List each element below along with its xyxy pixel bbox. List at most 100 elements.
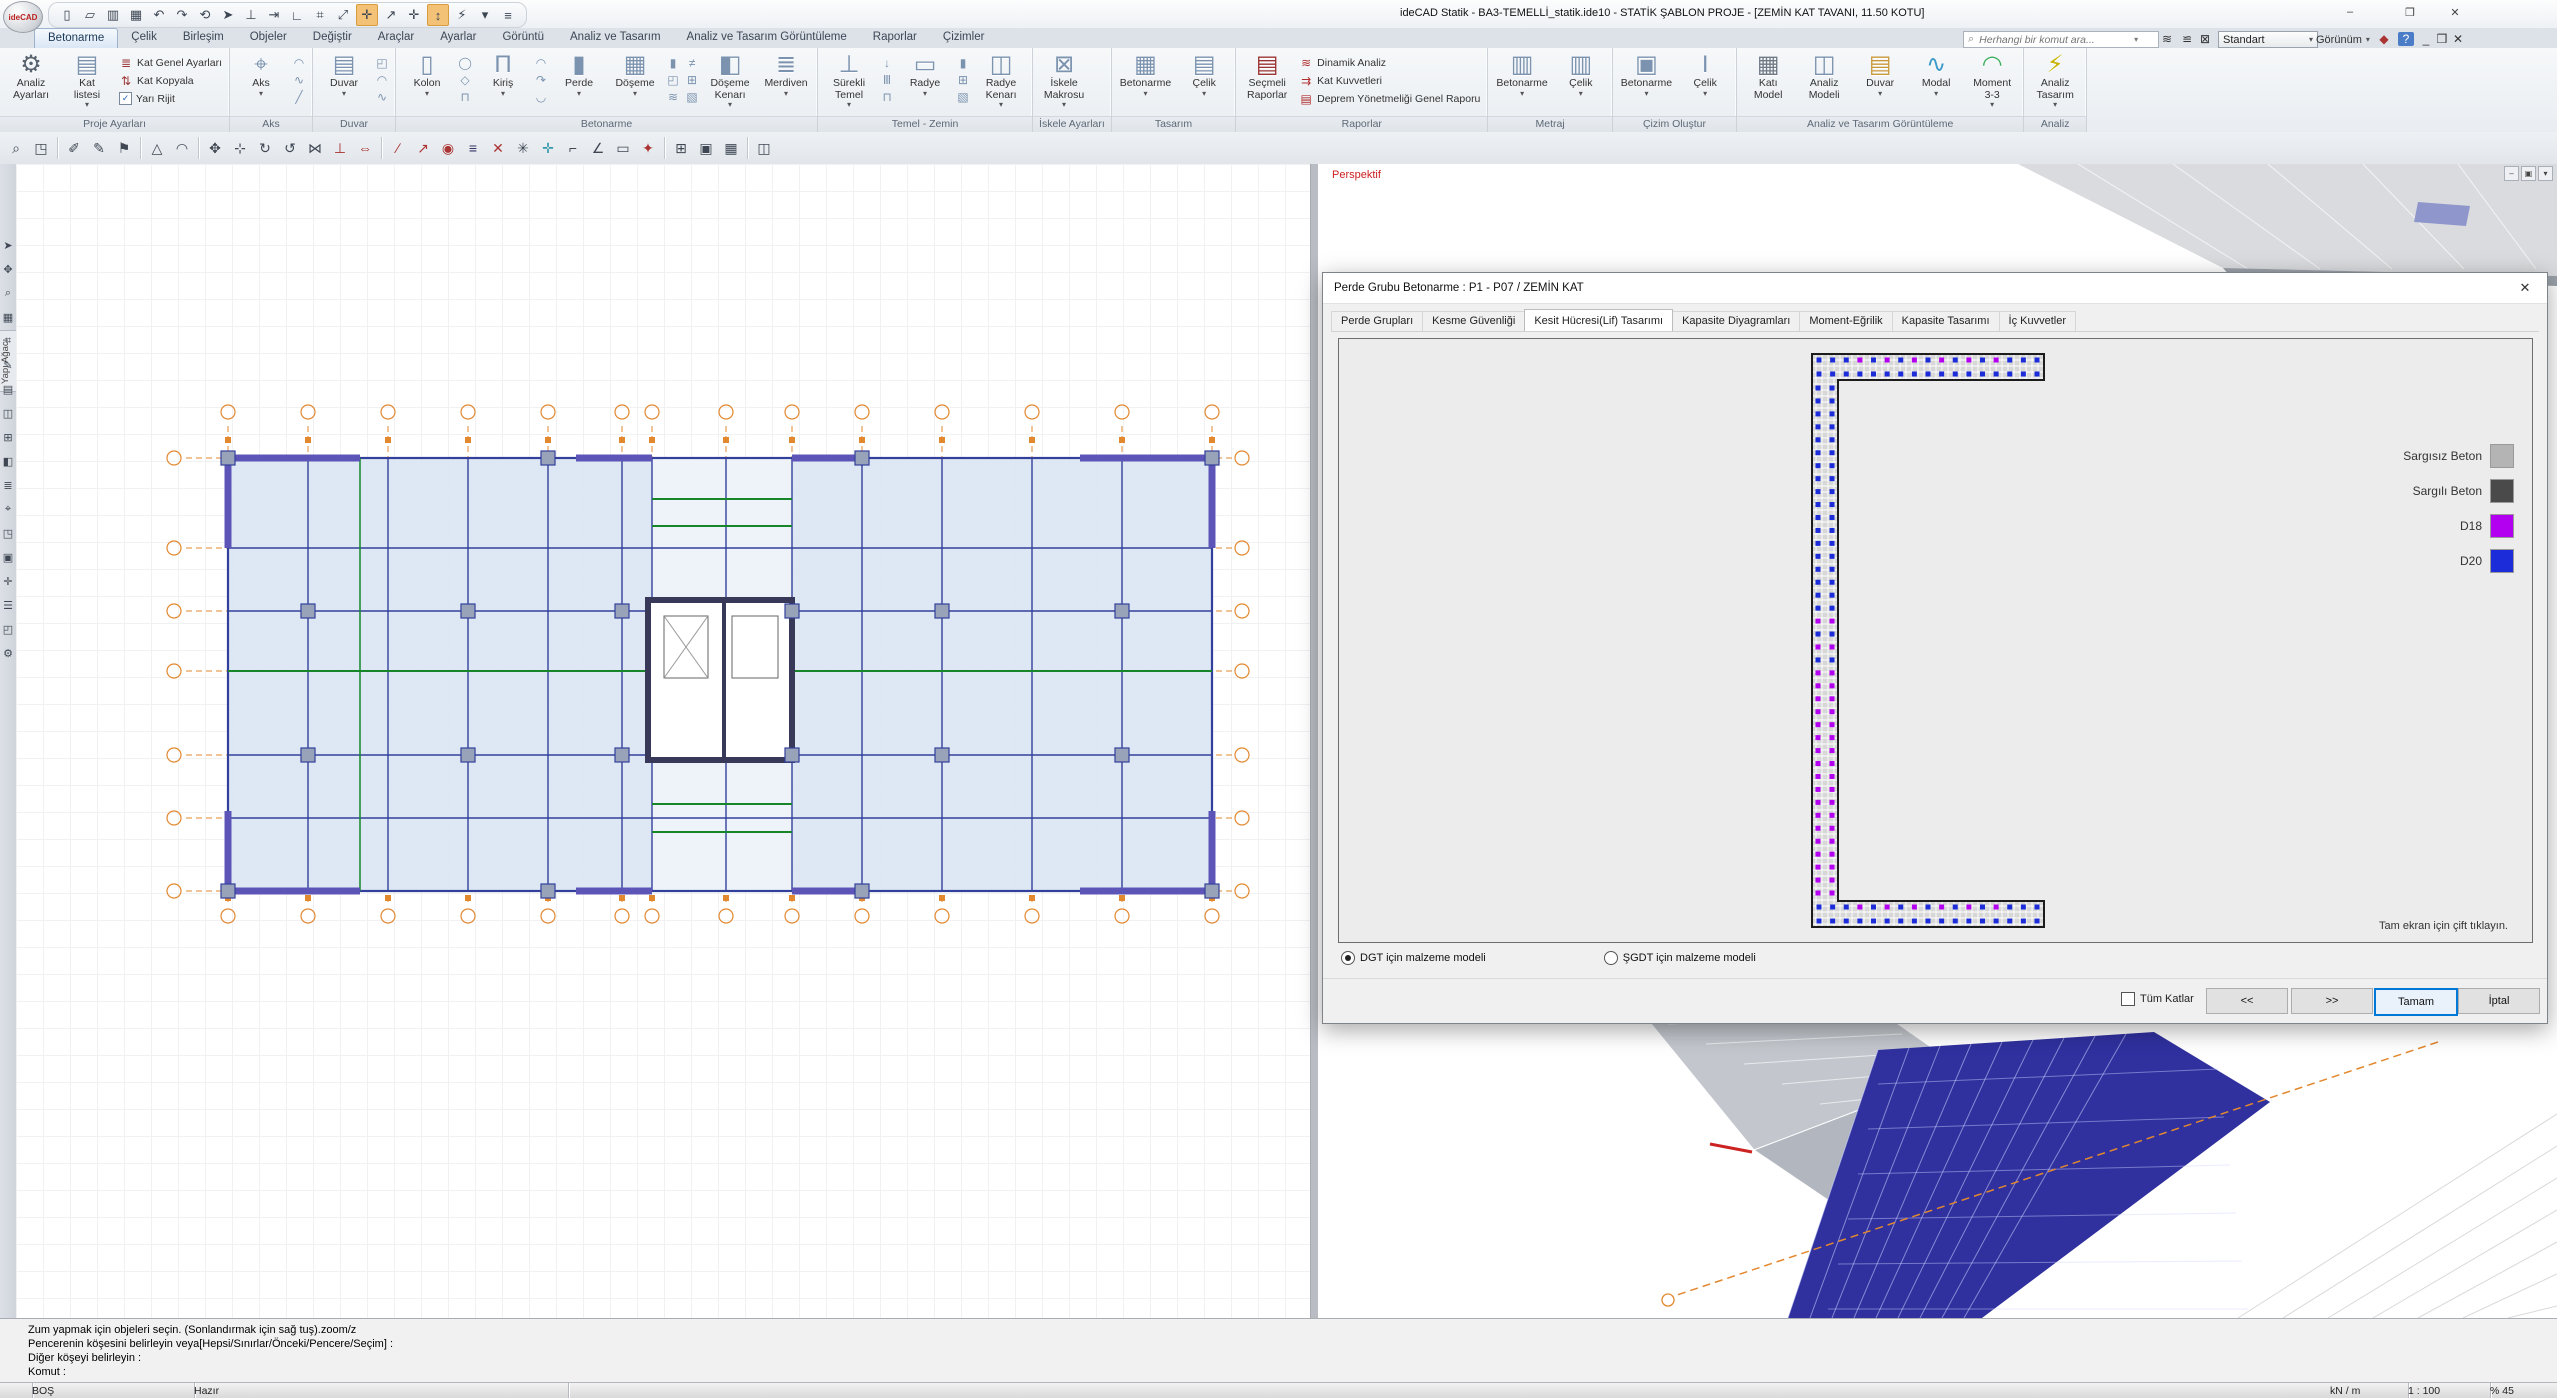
open-file-icon[interactable]: ▱ xyxy=(80,5,100,25)
next-button[interactable]: >> xyxy=(2291,988,2373,1014)
tab-analiz-ve-tasar-m-g-r-nt-leme[interactable]: Analiz ve Tasarım Görüntüleme xyxy=(674,28,860,48)
qat-dropdown-icon[interactable]: ▾ xyxy=(475,5,495,25)
trim-icon[interactable]: ∕ xyxy=(386,136,410,160)
qat-more-icon[interactable]: ≡ xyxy=(498,5,518,25)
chamfer-icon[interactable]: ∠ xyxy=(586,136,610,160)
dialog-title-bar[interactable]: Perde Grubu Betonarme : P1 - P07 / ZEMİN… xyxy=(1323,273,2547,304)
kat-genel-ayarlari-button[interactable]: ≣Kat Genel Ayarları xyxy=(116,54,225,71)
kolon-button[interactable]: ▯Kolon▾ xyxy=(400,51,454,116)
dinamik-analiz-button[interactable]: ≋Dinamik Analiz xyxy=(1296,54,1483,71)
layer-lock-icon[interactable]: ⊠ xyxy=(2198,30,2212,48)
arc-axis-icon[interactable]: ◠ xyxy=(290,55,308,71)
undo-window-icon[interactable]: ⟲ xyxy=(195,5,215,25)
kat-kuvvetleri-button[interactable]: ⇉Kat Kuvvetleri xyxy=(1296,72,1483,89)
curve-axis-icon[interactable]: ∿ xyxy=(290,72,308,88)
merdiven-button[interactable]: ≣Merdiven▾ xyxy=(759,51,813,116)
maximize-button[interactable]: ❒ xyxy=(2395,3,2425,21)
pan-icon[interactable]: ✥ xyxy=(1,260,15,278)
perde-button[interactable]: ▮Perde▾ xyxy=(552,51,606,116)
diagonal-dimension-icon[interactable]: ⤢ xyxy=(333,5,353,25)
node-snap-icon[interactable]: ✛ xyxy=(356,4,378,26)
all-floors-checkbox[interactable]: Tüm Katlar xyxy=(2121,992,2194,1006)
save-all-icon[interactable]: ▦ xyxy=(126,5,146,25)
metraj-betonarme-button[interactable]: ▥Betonarme▾ xyxy=(1492,51,1551,116)
radio-sgdt[interactable]: ŞGDT için malzeme modeli xyxy=(1604,951,1756,965)
move-copy-icon[interactable]: ⊹ xyxy=(228,136,252,160)
doseme-button[interactable]: ▦Döşeme▾ xyxy=(608,51,662,116)
polyline-wall-icon[interactable]: ∿ xyxy=(373,89,391,105)
vertical-dimension-icon[interactable]: ↕ xyxy=(427,4,449,26)
command-line-panel[interactable]: Zum yapmak için objeleri seçin. (Sonland… xyxy=(0,1318,2557,1383)
corner-icon[interactable]: ◰ xyxy=(1,620,15,638)
tab-ara-lar[interactable]: Araçlar xyxy=(365,28,427,48)
zoom-icon[interactable]: ⌕ xyxy=(1,284,15,302)
plan-viewport[interactable] xyxy=(16,164,1310,1318)
analiz-modeli-button[interactable]: ◫AnalizModeli xyxy=(1797,51,1851,116)
slab-strip-icon[interactable]: ▮ xyxy=(664,55,682,71)
stretch-icon[interactable]: ⇔ xyxy=(353,136,377,160)
explode-icon[interactable]: ✳ xyxy=(511,136,535,160)
move-node-icon[interactable]: ⇥ xyxy=(264,5,284,25)
undo-icon[interactable]: ↶ xyxy=(149,5,169,25)
ok-button[interactable]: Tamam xyxy=(2374,988,2458,1016)
library-icon[interactable]: ▣ xyxy=(1,548,15,566)
slab-corner-icon[interactable]: ◰ xyxy=(664,72,682,88)
new-file-icon[interactable]: ▯ xyxy=(57,5,77,25)
status-zoom[interactable]: % 45 xyxy=(2482,1383,2557,1398)
viewport-menu-icon[interactable]: ▾ xyxy=(2538,166,2553,181)
rotate-icon[interactable]: ↻ xyxy=(253,136,277,160)
gorunum-duvar-button[interactable]: ▤Duvar▾ xyxy=(1853,51,1907,116)
region-icon[interactable]: ▭ xyxy=(611,136,635,160)
mirror-icon[interactable]: ⋈ xyxy=(303,136,327,160)
tab-birle-im[interactable]: Birleşim xyxy=(170,28,237,48)
modal-button[interactable]: ∿Modal▾ xyxy=(1909,51,1963,116)
array-icon[interactable]: ⊞ xyxy=(669,136,693,160)
layer-list-icon[interactable]: ≋ xyxy=(2158,30,2176,48)
angle-arc-icon[interactable]: ◠ xyxy=(170,136,194,160)
edge-tool-icon[interactable]: ◧ xyxy=(1,452,15,470)
select-arrow-icon[interactable]: ➤ xyxy=(1,236,15,254)
radio-dgt[interactable]: DGT için malzeme modeli xyxy=(1341,951,1486,965)
kat-listesi-button[interactable]: ▤Katlistesi▾ xyxy=(60,51,114,116)
column-tool-icon[interactable]: ◫ xyxy=(1,404,15,422)
pile-icon[interactable]: Ⅲ xyxy=(878,72,896,88)
redo-icon[interactable]: ↷ xyxy=(172,5,192,25)
zoom-object-icon[interactable]: ◳ xyxy=(29,136,53,160)
list-icon[interactable]: ☰ xyxy=(1,596,15,614)
capital-icon[interactable]: ⊓ xyxy=(456,89,474,105)
tab--elik[interactable]: Çelik xyxy=(118,28,170,48)
cizim-betonarme-button[interactable]: ▣Betonarme▾ xyxy=(1617,51,1676,116)
tab-raporlar[interactable]: Raporlar xyxy=(860,28,930,48)
snap-target2-icon[interactable]: ✛ xyxy=(404,5,424,25)
ribbon-close-icon[interactable]: ✕ xyxy=(2452,30,2464,48)
dialog-tab-kapasite-diyagramlar-[interactable]: Kapasite Diyagramları xyxy=(1672,311,1800,331)
fillet-icon[interactable]: ⌐ xyxy=(561,136,585,160)
previous-button[interactable]: << xyxy=(2206,988,2288,1014)
arc-beam-icon[interactable]: ◠ xyxy=(532,55,550,71)
metraj-celik-button[interactable]: ▥Çelik▾ xyxy=(1554,51,1608,116)
single-footing-icon[interactable]: ↓ xyxy=(878,55,896,71)
viewport-minimize-icon[interactable]: – xyxy=(2504,166,2519,181)
status-units[interactable]: kN / m xyxy=(2322,1383,2409,1398)
quick-analysis-icon[interactable]: ⚡ xyxy=(452,5,472,25)
slab-stair-icon[interactable]: ▧ xyxy=(683,89,701,105)
layers-icon[interactable]: ▦ xyxy=(1,308,15,326)
ribbon-minimize-icon[interactable]: _ xyxy=(2420,30,2432,48)
raft-hatch-icon[interactable]: ▧ xyxy=(954,89,972,105)
search-input[interactable] xyxy=(1977,33,2131,47)
select-node-icon[interactable]: ➤ xyxy=(218,5,238,25)
raft-strip-icon[interactable]: ▮ xyxy=(954,55,972,71)
render-icon[interactable]: ◆ xyxy=(2376,30,2392,48)
dialog-tab-kesme-g-venli-i[interactable]: Kesme Güvenliği xyxy=(1422,311,1525,331)
slab-grid-icon[interactable]: ⊞ xyxy=(683,72,701,88)
moment-33-button[interactable]: ◠Moment3-3▾ xyxy=(1965,51,2019,116)
line-axis-icon[interactable]: ╱ xyxy=(290,89,308,105)
close-button[interactable]: ✕ xyxy=(2440,3,2470,21)
slab-tool-icon[interactable]: ⊞ xyxy=(1,428,15,446)
axis-tool-icon[interactable]: ⌖ xyxy=(1,500,15,518)
radye-kenari-button[interactable]: ◫RadyeKenarı▾ xyxy=(974,51,1028,116)
pick-icon[interactable]: ✎ xyxy=(87,136,111,160)
door-icon[interactable]: ▣ xyxy=(694,136,718,160)
section-fiber-drawing[interactable] xyxy=(1339,339,2532,942)
command-search[interactable]: ⌕ ▾ xyxy=(1963,31,2159,48)
